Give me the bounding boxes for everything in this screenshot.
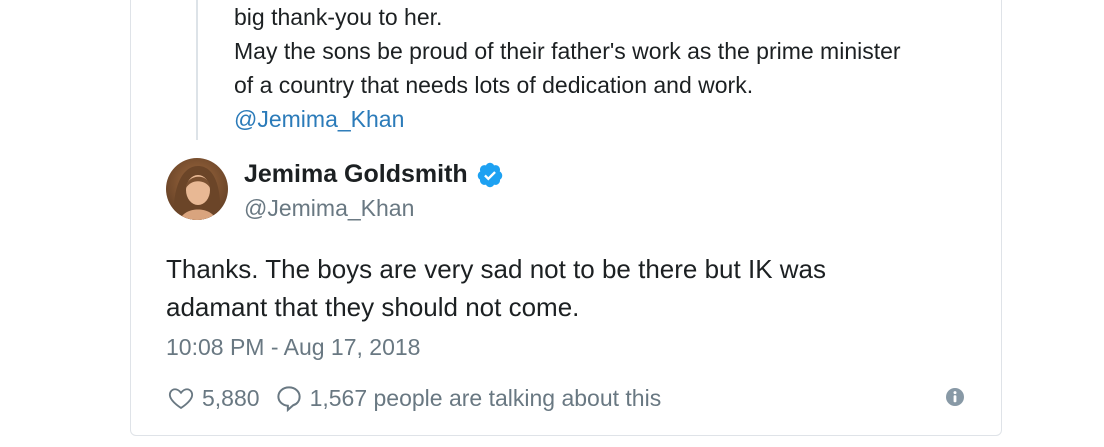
previous-tweet-text: big thank-you to her. May the sons be pr… bbox=[234, 0, 994, 136]
tweet-actions: 5,880 1,567 people are talking about thi… bbox=[166, 381, 675, 415]
reply-button[interactable]: 1,567 people are talking about this bbox=[274, 383, 662, 413]
tweet-text-line: Thanks. The boys are very sad not to be … bbox=[166, 254, 826, 284]
heart-icon bbox=[166, 384, 196, 412]
tweet-text-line: adamant that they should not come. bbox=[166, 292, 580, 322]
author-handle[interactable]: @Jemima_Khan bbox=[244, 195, 414, 222]
like-count: 5,880 bbox=[202, 384, 260, 411]
mention-link[interactable]: @Jemima_Khan bbox=[234, 102, 994, 136]
previous-tweet-line: May the sons be proud of their father's … bbox=[234, 38, 901, 64]
previous-tweet-line: of a country that needs lots of dedicati… bbox=[234, 72, 754, 98]
info-icon[interactable] bbox=[945, 387, 965, 407]
tweet-text: Thanks. The boys are very sad not to be … bbox=[166, 250, 966, 326]
talking-count: 1,567 people are talking about this bbox=[309, 384, 662, 411]
previous-tweet-line: big thank-you to her. bbox=[234, 4, 443, 30]
verified-badge-icon bbox=[476, 161, 504, 189]
tweet-timestamp[interactable]: 10:08 PM - Aug 17, 2018 bbox=[166, 334, 420, 361]
speech-bubble-icon bbox=[274, 383, 304, 413]
avatar[interactable] bbox=[166, 158, 228, 220]
like-button[interactable]: 5,880 bbox=[166, 384, 260, 412]
author-name-text[interactable]: Jemima Goldsmith bbox=[244, 160, 468, 189]
reply-thread-line bbox=[196, 0, 198, 140]
author-name[interactable]: Jemima Goldsmith bbox=[244, 160, 504, 189]
